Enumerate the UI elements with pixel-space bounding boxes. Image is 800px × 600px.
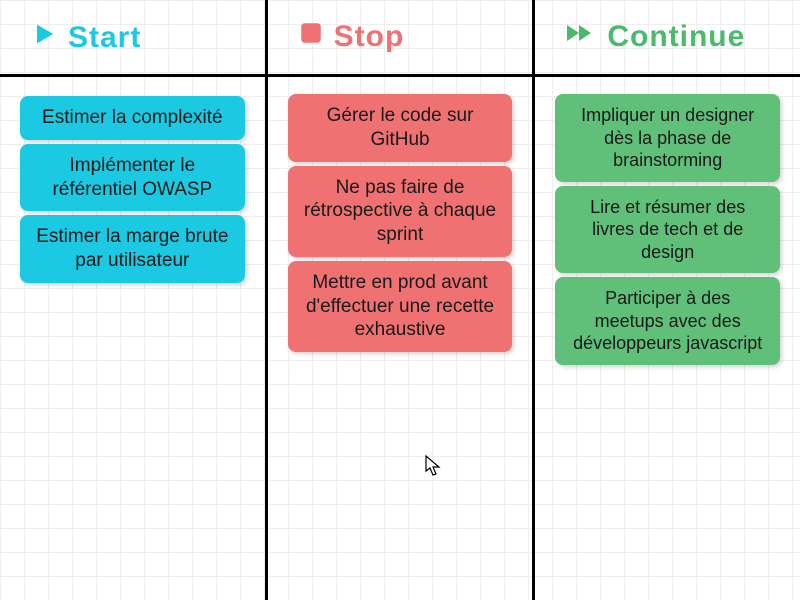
card-list-stop: Gérer le code sur GitHub Ne pas faire de… (288, 94, 513, 352)
card[interactable]: Estimer la complexité (20, 96, 245, 140)
column-header-stop: Stop (288, 20, 513, 54)
card-list-continue: Impliquer un designer dès la phase de br… (555, 94, 780, 365)
card[interactable]: Impliquer un designer dès la phase de br… (555, 94, 780, 182)
card-list-start: Estimer la complexité Implémenter le réf… (20, 96, 245, 283)
column-header-start: Start (20, 20, 245, 56)
card[interactable]: Ne pas faire de rétrospective à chaque s… (288, 166, 513, 257)
card[interactable]: Estimer la marge brute par utilisateur (20, 215, 245, 283)
card[interactable]: Gérer le code sur GitHub (288, 94, 513, 162)
horizontal-divider (0, 74, 800, 77)
play-icon (30, 20, 58, 56)
card[interactable]: Mettre en prod avant d'effectuer une rec… (288, 261, 513, 352)
column-start[interactable]: Start Estimer la complexité Implémenter … (0, 0, 265, 600)
column-title: Stop (334, 20, 405, 54)
column-title: Continue (607, 20, 745, 54)
column-title: Start (68, 21, 141, 55)
column-continue[interactable]: Continue Impliquer un designer dès la ph… (532, 0, 800, 600)
column-stop[interactable]: Stop Gérer le code sur GitHub Ne pas fai… (265, 0, 533, 600)
stop-icon (298, 20, 324, 54)
retro-board: Start Estimer la complexité Implémenter … (0, 0, 800, 600)
fast-forward-icon (565, 20, 597, 54)
card[interactable]: Participer à des meetups avec des dévelo… (555, 277, 780, 365)
column-header-continue: Continue (555, 20, 780, 54)
card[interactable]: Implémenter le référentiel OWASP (20, 144, 245, 212)
card[interactable]: Lire et résumer des livres de tech et de… (555, 186, 780, 274)
